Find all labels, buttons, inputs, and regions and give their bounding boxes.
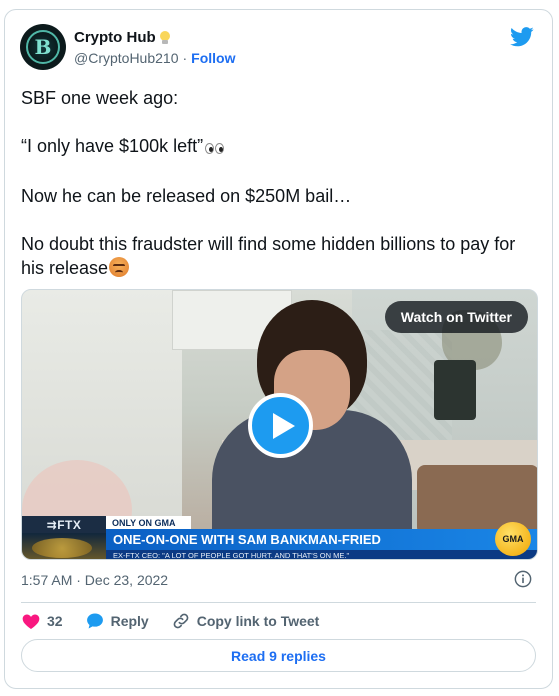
lightbulb-emoji-icon [159, 30, 171, 46]
like-button[interactable]: 32 [21, 611, 63, 631]
tweet-timestamp[interactable]: 1:57 AM · Dec 23, 2022 [21, 572, 168, 588]
read-replies-button[interactable]: Read 9 replies [21, 639, 536, 672]
angry-face-emoji-icon [109, 257, 130, 277]
twitter-bird-icon[interactable] [510, 26, 534, 48]
display-name[interactable]: Crypto Hub [74, 29, 156, 46]
reply-label: Reply [110, 613, 149, 629]
separator-dot: · [182, 50, 188, 66]
heart-icon [22, 614, 40, 629]
handle-row: @CryptoHub210 · Follow [74, 50, 236, 66]
speech-bubble-icon [86, 613, 103, 629]
avatar[interactable]: B [20, 24, 66, 70]
bitcoin-logo-icon: B [26, 30, 60, 64]
link-icon [173, 613, 189, 629]
follow-button[interactable]: Follow [191, 50, 235, 66]
tweet-line-4: No doubt this fraudster will find some h… [21, 234, 516, 278]
like-count: 32 [47, 613, 63, 629]
news-banner-subtitle: EX-FTX CEO: "A LOT OF PEOPLE GOT HURT. A… [106, 550, 537, 559]
tweet-line-2: “I only have $100k left” [21, 134, 541, 160]
author-handle[interactable]: @CryptoHub210 [74, 50, 179, 66]
tweet-line-3: Now he can be released on $250M bail… [21, 186, 352, 206]
action-bar: 32 Reply Copy link to Tweet [21, 611, 341, 631]
eyes-emoji-icon [205, 136, 225, 160]
reply-button[interactable]: Reply [85, 611, 149, 631]
copy-link-button[interactable]: Copy link to Tweet [171, 611, 320, 631]
only-on-gma-label: ONLY ON GMA [106, 516, 191, 529]
copy-link-label: Copy link to Tweet [196, 613, 320, 629]
tweet-card: B Crypto Hub @CryptoHub210 · Follow SBF … [4, 9, 553, 689]
news-banner-title: ONE-ON-ONE WITH SAM BANKMAN-FRIED [106, 529, 537, 550]
video-thumbnail[interactable]: Watch on Twitter ⇉FTX ONLY ON GMA ONE-ON… [21, 289, 538, 560]
author-name-row: Crypto Hub [74, 29, 171, 46]
tweet-line-1: SBF one week ago: [21, 88, 179, 108]
play-button-icon[interactable] [248, 393, 313, 458]
gma-logo: GMA [495, 522, 531, 556]
ftx-label: ⇉FTX [22, 516, 106, 533]
tweet-text: SBF one week ago: “I only have $100k lef… [21, 86, 541, 280]
info-icon[interactable] [514, 570, 532, 588]
divider [21, 602, 536, 603]
watch-on-twitter-button[interactable]: Watch on Twitter [384, 301, 528, 333]
